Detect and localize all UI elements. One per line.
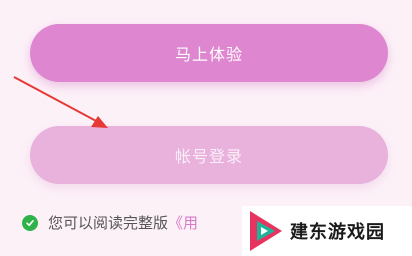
watermark: 建东游戏园 [242,206,412,256]
watermark-text: 建东游戏园 [290,222,385,243]
watermark-logo-icon [250,211,282,251]
account-login-button[interactable]: 帐号登录 [30,126,388,184]
try-now-button[interactable]: 马上体验 [30,24,388,82]
agreement-text: 您可以阅读完整版 [48,214,169,232]
agreement-link[interactable]: 《用 [168,212,198,233]
check-icon[interactable] [22,214,38,231]
agreement-row: 您可以阅读完整版 《用 [22,212,198,233]
